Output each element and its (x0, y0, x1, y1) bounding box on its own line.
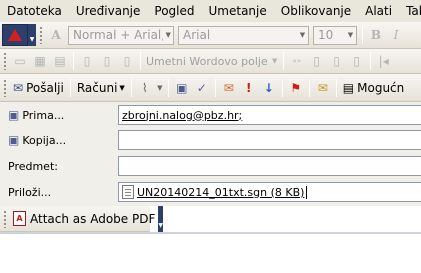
message-body[interactable] (0, 232, 421, 273)
menu-umetanje[interactable]: Umetanje (202, 0, 274, 22)
forms-toolbar: ▭ ▦ ▤ ▯ ▯ ▯ Umetni Wordovo polje ▼ «» ▯ … (0, 49, 421, 74)
cc-field[interactable] (118, 130, 421, 150)
send-label: Pošalji (26, 80, 64, 95)
toolbar-separator (335, 78, 337, 97)
bold-button[interactable]: B (367, 26, 385, 44)
accounts-label: Računi (76, 80, 118, 95)
font-size-combo[interactable]: 10 ▼ (313, 25, 357, 45)
toolbar-options-dropdown[interactable]: ▼ (28, 24, 36, 46)
toolbar-separator (282, 52, 284, 70)
high-importance-icon[interactable]: ! (240, 79, 258, 97)
insert-word-field-button[interactable]: Umetni Wordovo polje (146, 55, 268, 68)
toolbar-separator (140, 52, 141, 70)
page-icon[interactable]: ▯ (328, 52, 346, 70)
menu-pogled[interactable]: Pogled (147, 0, 201, 22)
document-icon[interactable]: ▤ (51, 52, 69, 70)
font-value: Arial (183, 28, 211, 42)
low-importance-icon[interactable]: ↓ (260, 79, 278, 97)
style-combo[interactable]: Normal + Arial, 1 ▼ (68, 25, 174, 45)
to-button[interactable]: ▣ Prima... (8, 108, 64, 122)
cc-button[interactable]: ▣ Kopija... (8, 133, 66, 147)
subject-field[interactable] (118, 156, 421, 176)
page-icon[interactable]: ▯ (308, 52, 326, 70)
flag-icon[interactable]: ⚑ (287, 79, 305, 97)
toolbar-separator (214, 78, 216, 97)
pdf-toolbar: A Attach as Adobe PDF ▼ (0, 205, 163, 232)
menu-datoteka[interactable]: Datoteka (0, 0, 69, 22)
text-cursor (306, 185, 308, 199)
toolbar-separator (69, 78, 71, 97)
address-book-icon[interactable]: ▣ (173, 79, 191, 97)
attach-field[interactable]: UN20140214_01txt.sgn (8 KB) (118, 182, 421, 202)
toolbar-separator (130, 78, 132, 97)
font-size-value: 10 (318, 28, 334, 42)
mail-toolbar: ✉ Pošalji Računi ▼ ⌇ ▼ ▣ ✓ ✉ ! ↓ ⚑ ✉ ▤ M… (0, 74, 421, 102)
toolbar-grip[interactable] (3, 209, 7, 228)
toolbar-grip[interactable] (3, 78, 7, 97)
chevron-down-icon[interactable]: ▼ (297, 27, 308, 44)
style-value: Normal + Arial, 1 (73, 28, 164, 42)
subject-label: Predmet: (8, 159, 58, 173)
toolbar-separator (362, 26, 363, 44)
menu-oblikovanje[interactable]: Oblikovanje (274, 0, 358, 22)
toolbar-separator (308, 78, 310, 97)
menu-tablica[interactable]: Tablic (399, 0, 421, 22)
options-button[interactable]: ▤ Mogućn (343, 81, 404, 95)
page-icon[interactable]: ▯ (118, 52, 136, 70)
toolbar-separator (73, 52, 74, 70)
toolbar-separator (167, 78, 169, 97)
toolbar-separator (281, 78, 283, 97)
recipient-email[interactable]: zbrojni.nalog@pbz.hr; (122, 109, 242, 122)
toolbar-grip[interactable] (39, 26, 43, 44)
triangle-icon (8, 29, 22, 41)
page-icon[interactable]: ▯ (98, 52, 116, 70)
envelope-icon: ✉ (13, 80, 24, 95)
subject-row: Predmet: (0, 155, 421, 177)
address-book-icon: ▣ (8, 133, 20, 147)
first-record-icon[interactable]: |◂ (375, 52, 393, 70)
attach-row: Priloži... UN20140214_01txt.sgn (8 KB) (0, 181, 421, 203)
page-icon[interactable]: ▯ (78, 52, 96, 70)
to-label: Prima... (22, 108, 65, 122)
toolbar-options-dropdown[interactable]: ▼ (158, 205, 163, 232)
address-book-icon: ▣ (8, 108, 20, 122)
chevron-down-icon: ▼ (119, 83, 125, 92)
paperclip-icon[interactable]: ⌇ (136, 79, 154, 97)
formatting-toolbar: ▼ A Normal + Arial, 1 ▼ Arial ▼ 10 ▼ B I (0, 22, 421, 49)
cc-label: Kopija... (22, 133, 67, 147)
menu-alati[interactable]: Alati (358, 0, 399, 22)
envelope-open-icon[interactable]: ✉ (314, 79, 332, 97)
check-names-icon[interactable]: ✓ (193, 79, 211, 97)
options-label: Mogućn (357, 80, 405, 95)
pdf-icon: A (13, 211, 26, 226)
field-codes-icon[interactable]: «» (288, 52, 306, 70)
table-icon[interactable]: ▦ (31, 52, 49, 70)
chevron-down-icon[interactable]: ▼ (271, 52, 279, 70)
styles-and-formatting-icon[interactable]: A (47, 26, 65, 44)
font-combo[interactable]: Arial ▼ (178, 25, 309, 45)
text-field-icon[interactable]: ▭ (11, 52, 29, 70)
cc-row: ▣ Kopija... (0, 129, 421, 151)
to-row: ▣ Prima... zbrojni.nalog@pbz.hr; (0, 104, 421, 126)
chevron-down-icon[interactable]: ▼ (345, 27, 356, 44)
toolbar-grip[interactable] (3, 52, 7, 70)
attach-as-pdf-button[interactable]: A Attach as Adobe PDF (13, 211, 155, 226)
permission-icon[interactable]: ✉ (220, 79, 238, 97)
menu-uredivanje[interactable]: Uređivanje (69, 0, 148, 22)
send-button[interactable]: ✉ Pošalji (13, 81, 64, 95)
styles-button[interactable] (2, 24, 28, 46)
italic-button[interactable]: I (387, 26, 405, 44)
menu-bar: Datoteka Uređivanje Pogled Umetanje Obli… (0, 0, 421, 22)
chevron-down-icon[interactable]: ▼ (156, 79, 164, 97)
toolbar-separator (369, 52, 371, 70)
file-icon (122, 185, 134, 199)
to-field[interactable]: zbrojni.nalog@pbz.hr; (118, 105, 421, 125)
accounts-button[interactable]: Računi ▼ (77, 81, 125, 95)
attachment-file[interactable]: UN20140214_01txt.sgn (8 KB) (137, 186, 304, 199)
attach-as-pdf-label: Attach as Adobe PDF (30, 211, 156, 226)
attach-label: Priloži... (8, 185, 52, 199)
chevron-down-icon[interactable]: ▼ (163, 27, 173, 44)
options-icon: ▤ (342, 80, 355, 95)
page-icon[interactable]: ▯ (348, 52, 366, 70)
